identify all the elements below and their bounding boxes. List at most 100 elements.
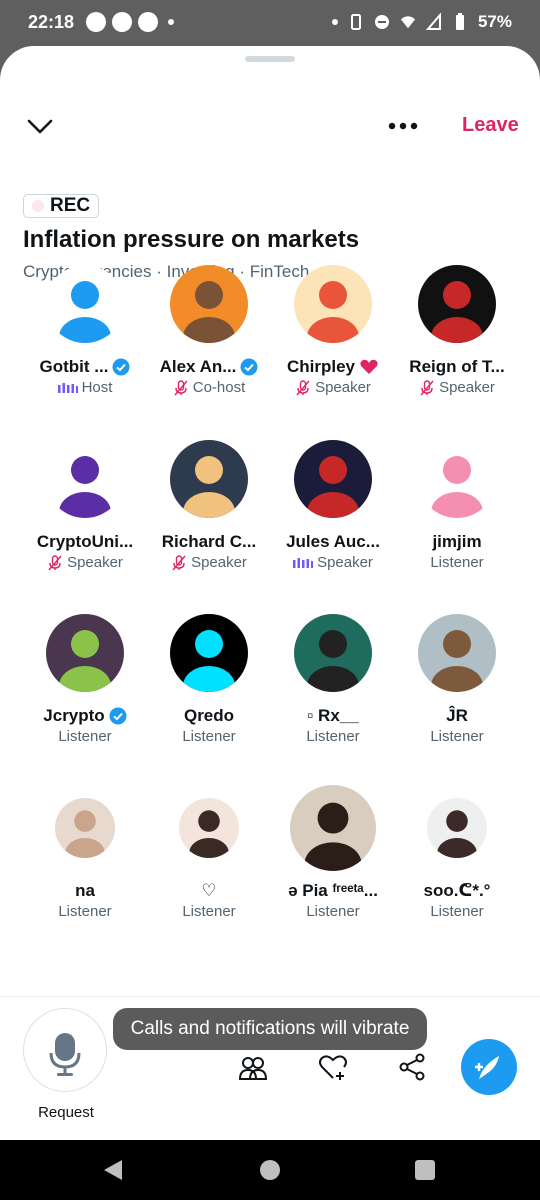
- participant-name: Gotbit ...: [23, 357, 147, 377]
- avatar[interactable]: [427, 798, 487, 858]
- rec-label: REC: [50, 195, 91, 216]
- participant-role-text: Listener: [182, 728, 236, 745]
- participant-role: Listener: [271, 903, 395, 920]
- participant-name-text: Chirpley: [286, 357, 356, 376]
- participant-role-text: Listener: [306, 728, 360, 745]
- mic-off-icon: [296, 379, 310, 395]
- participant-name-text: ♡: [201, 881, 217, 900]
- participant-card[interactable]: Chirpley Speaker: [271, 265, 395, 405]
- participant-role: Speaker: [271, 554, 395, 571]
- avatar[interactable]: [46, 440, 124, 518]
- participant-card[interactable]: Jules Auc... Speaker: [271, 440, 395, 580]
- microphone-icon: [49, 1033, 81, 1076]
- participant-card[interactable]: jimjim Listener: [395, 440, 519, 580]
- participant-card[interactable]: CryptoUni... Speaker: [23, 440, 147, 580]
- participant-name-text: Gotbit ...: [39, 357, 109, 376]
- battery-icon: [455, 13, 464, 30]
- participant-name-text: Alex An...: [159, 357, 237, 376]
- home-icon[interactable]: [260, 1160, 280, 1180]
- participant-role-text: Speaker: [439, 379, 495, 396]
- participant-name-text: Jules Auc...: [286, 532, 380, 551]
- drag-handle[interactable]: [245, 56, 295, 62]
- participant-role-text: Speaker: [317, 554, 373, 571]
- participant-name: Alex An...: [147, 357, 271, 377]
- avatar[interactable]: [294, 440, 372, 518]
- participant-card[interactable]: soo.ᕦ*.° Listener: [395, 789, 519, 929]
- participant-card[interactable]: Reign of T... Speaker: [395, 265, 519, 405]
- avatar[interactable]: [170, 614, 248, 692]
- participant-card[interactable]: ĴR Listener: [395, 614, 519, 754]
- avatar[interactable]: [46, 265, 124, 343]
- participant-name: Reign of T...: [395, 357, 519, 377]
- share-icon[interactable]: [397, 1052, 427, 1082]
- participant-card[interactable]: Jcrypto Listener: [23, 614, 147, 754]
- avatar[interactable]: [55, 798, 115, 858]
- participant-name-text: CryptoUni...: [36, 532, 134, 551]
- participant-card[interactable]: ▫ Rx__ Listener: [271, 614, 395, 754]
- system-icons: 57%: [328, 12, 512, 32]
- participant-role: Listener: [395, 554, 519, 571]
- participant-role-text: Co-host: [192, 379, 246, 396]
- participant-card[interactable]: na Listener: [23, 789, 147, 929]
- dnd-icon: [374, 15, 389, 29]
- participant-card[interactable]: Richard C... Speaker: [147, 440, 271, 580]
- avatar[interactable]: [418, 614, 496, 692]
- leave-button[interactable]: Leave: [462, 114, 519, 137]
- mic-off-icon: [48, 554, 62, 570]
- participant-card[interactable]: ♡ Listener: [147, 789, 271, 929]
- avatar[interactable]: [179, 798, 239, 858]
- participant-card[interactable]: Qredo Listener: [147, 614, 271, 754]
- chevron-down-icon[interactable]: [26, 112, 54, 140]
- participant-name: ĴR: [395, 706, 519, 726]
- participant-role-text: Listener: [430, 903, 484, 920]
- participant-card[interactable]: Gotbit ... Host: [23, 265, 147, 405]
- avatar[interactable]: [294, 614, 372, 692]
- participant-role: Speaker: [271, 379, 395, 396]
- status-time: 22:18: [28, 12, 75, 32]
- avatar[interactable]: [290, 785, 376, 871]
- verified-badge-icon: [240, 358, 258, 376]
- participant-role: Listener: [147, 728, 271, 745]
- heart-plus-icon[interactable]: [318, 1052, 348, 1082]
- participant-role-text: Speaker: [191, 554, 247, 571]
- wifi-icon: [400, 16, 416, 29]
- participant-name-text: Richard C...: [161, 532, 257, 551]
- participant-role-text: Listener: [430, 554, 484, 571]
- avatar[interactable]: [170, 265, 248, 343]
- avatar[interactable]: [46, 614, 124, 692]
- more-options-icon[interactable]: [385, 112, 421, 140]
- notification-icons: [86, 12, 174, 32]
- participant-name: jimjim: [395, 532, 519, 552]
- participant-card[interactable]: Alex An... Co-host: [147, 265, 271, 405]
- compose-button[interactable]: [461, 1039, 517, 1095]
- participant-role-text: Listener: [58, 903, 112, 920]
- more-notifications-icon: [168, 19, 174, 25]
- participant-role: Listener: [23, 728, 147, 745]
- participant-role-text: Listener: [182, 903, 236, 920]
- participant-name: na: [23, 881, 147, 901]
- vibrate-icon: [350, 14, 361, 30]
- participant-name: CryptoUni...: [23, 532, 147, 552]
- rec-dot-icon: [32, 200, 44, 212]
- participant-name: ə Pia ᶠʳᵉᵉᵗᵃ...: [271, 881, 395, 901]
- avatar[interactable]: [294, 265, 372, 343]
- participant-name: Richard C...: [147, 532, 271, 552]
- request-mic-button[interactable]: [23, 1008, 107, 1092]
- recents-icon[interactable]: [415, 1160, 435, 1180]
- participant-name: Jcrypto: [23, 706, 147, 726]
- bottom-divider: [0, 996, 540, 997]
- people-icon[interactable]: [238, 1052, 268, 1082]
- battery-level: 57%: [477, 12, 512, 31]
- back-icon[interactable]: [102, 1158, 124, 1182]
- avatar[interactable]: [418, 265, 496, 343]
- participant-role-text: Host: [81, 379, 113, 396]
- participant-card[interactable]: ə Pia ᶠʳᵉᵉᵗᵃ... Listener: [271, 785, 395, 929]
- participant-name-text: Reign of T...: [409, 357, 505, 376]
- participant-role-text: Speaker: [67, 554, 123, 571]
- space-sheet: Leave REC Inflation pressure on markets …: [0, 46, 540, 1140]
- avatar[interactable]: [170, 440, 248, 518]
- signal-icon: [425, 13, 441, 30]
- avatar[interactable]: [418, 440, 496, 518]
- mic-off-icon: [172, 554, 186, 570]
- participant-role: Listener: [23, 903, 147, 920]
